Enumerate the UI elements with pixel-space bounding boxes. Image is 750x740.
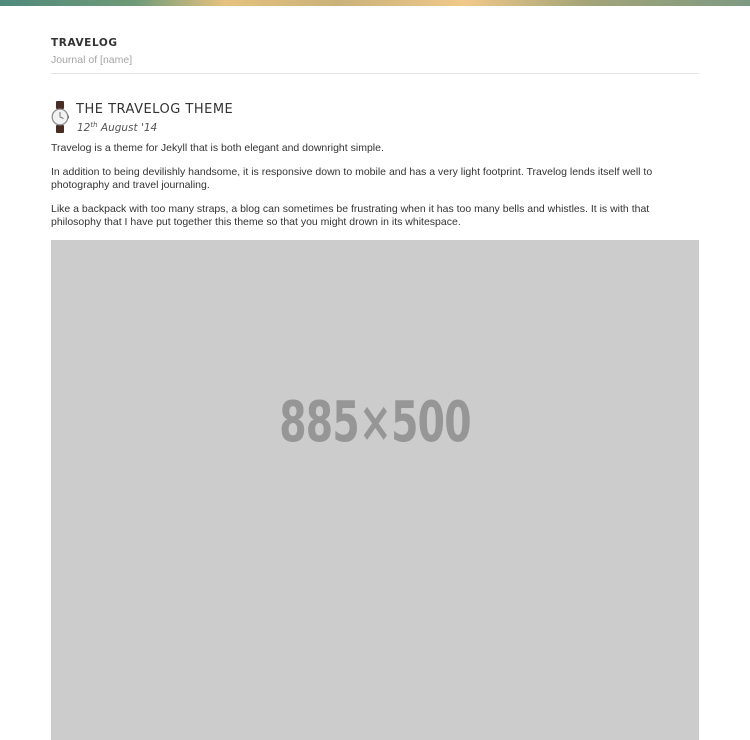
site-header: TRAVELOG Journal of [name] [51, 6, 699, 74]
post-date-rest: August '14 [97, 122, 158, 134]
post-header: THE TRAVELOG THEME 12th August '14 [51, 101, 699, 136]
post-title[interactable]: THE TRAVELOG THEME [76, 102, 233, 117]
post-paragraph: Like a backpack with too many straps, a … [51, 202, 650, 229]
watch-icon [51, 101, 69, 133]
post-paragraph: Travelog is a theme for Jekyll that is b… [51, 142, 384, 154]
post-image-placeholder: 885×500 [51, 239, 699, 740]
post-body: Travelog is a theme for Jekyll that is b… [51, 142, 699, 230]
post-paragraph: In addition to being devilishly handsome… [51, 165, 653, 192]
site-title[interactable]: TRAVELOG [51, 37, 699, 49]
page-container: TRAVELOG Journal of [name] THE TRAVELOG … [51, 6, 699, 740]
post-date: 12th August '14 [77, 119, 157, 135]
post-date-day: 12 [77, 122, 91, 134]
post-date-suffix: th [90, 121, 98, 129]
site-tagline: Journal of [name] [51, 54, 133, 66]
placeholder-dimensions-label: 885×500 [279, 389, 471, 455]
